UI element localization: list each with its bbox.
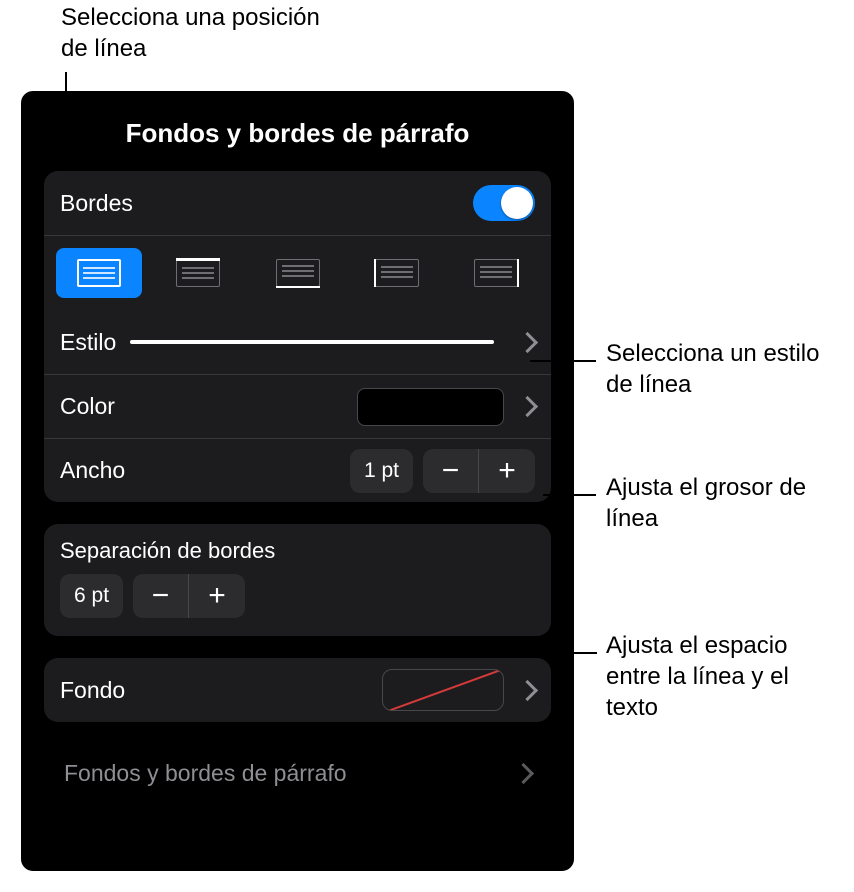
nav-back-label: Fondos y bordes de párrafo [64, 760, 347, 787]
line-width-value[interactable]: 1 pt [350, 449, 413, 493]
chevron-right-icon [513, 762, 534, 783]
line-color-label: Color [60, 393, 115, 420]
borders-toggle[interactable] [473, 185, 535, 221]
borders-section: Bordes [44, 171, 551, 502]
border-offset-section: Separación de bordes 6 pt − + [44, 524, 551, 636]
border-offset-stepper: − + [133, 574, 245, 618]
offset-decrement-button[interactable]: − [133, 574, 189, 618]
leader-offset [305, 652, 597, 654]
callout-line-style: Selecciona un estilo de línea [606, 338, 836, 400]
border-offset-heading: Separación de bordes [44, 524, 551, 564]
line-color-row[interactable]: Color [44, 374, 551, 438]
fill-label: Fondo [60, 677, 125, 704]
callout-border-offset: Ajusta el espacio entre la línea y el te… [606, 630, 846, 724]
panel-title: Fondos y bordes de párrafo [44, 118, 551, 149]
leader-style [530, 360, 596, 362]
border-pos-all[interactable] [56, 248, 142, 298]
stage: Selecciona una posición de línea Fondos … [0, 0, 854, 892]
line-color-swatch [357, 388, 504, 426]
settings-panel: Fondos y bordes de párrafo Bordes [21, 91, 574, 871]
borders-row: Bordes [44, 171, 551, 235]
fill-section: Fondo [44, 658, 551, 722]
border-offset-row: 6 pt − + [44, 564, 551, 636]
fill-row[interactable]: Fondo [44, 658, 551, 722]
line-width-row: Ancho 1 pt − + [44, 438, 551, 502]
border-pos-right[interactable] [453, 248, 539, 298]
line-width-stepper: − + [423, 449, 535, 493]
nav-back-row[interactable]: Fondos y bordes de párrafo [44, 744, 551, 802]
width-decrement-button[interactable]: − [423, 449, 479, 493]
border-pos-top[interactable] [155, 248, 241, 298]
chevron-right-icon [517, 679, 538, 700]
border-pos-bottom[interactable] [255, 248, 341, 298]
fill-none-swatch [382, 669, 504, 711]
border-offset-value[interactable]: 6 pt [60, 574, 123, 618]
leader-width [543, 494, 596, 496]
width-increment-button[interactable]: + [479, 449, 535, 493]
border-position-picker [44, 235, 551, 310]
callout-line-width: Ajusta el grosor de línea [606, 472, 836, 534]
chevron-right-icon [517, 396, 538, 417]
borders-label: Bordes [60, 190, 133, 217]
line-style-label: Estilo [60, 329, 116, 356]
callout-line-position: Selecciona una posición de línea [61, 2, 341, 64]
border-pos-left[interactable] [354, 248, 440, 298]
line-width-label: Ancho [60, 457, 125, 484]
offset-increment-button[interactable]: + [189, 574, 245, 618]
line-style-preview [130, 340, 494, 344]
chevron-right-icon [517, 331, 538, 352]
toggle-knob [501, 187, 533, 219]
line-style-row[interactable]: Estilo [44, 310, 551, 374]
